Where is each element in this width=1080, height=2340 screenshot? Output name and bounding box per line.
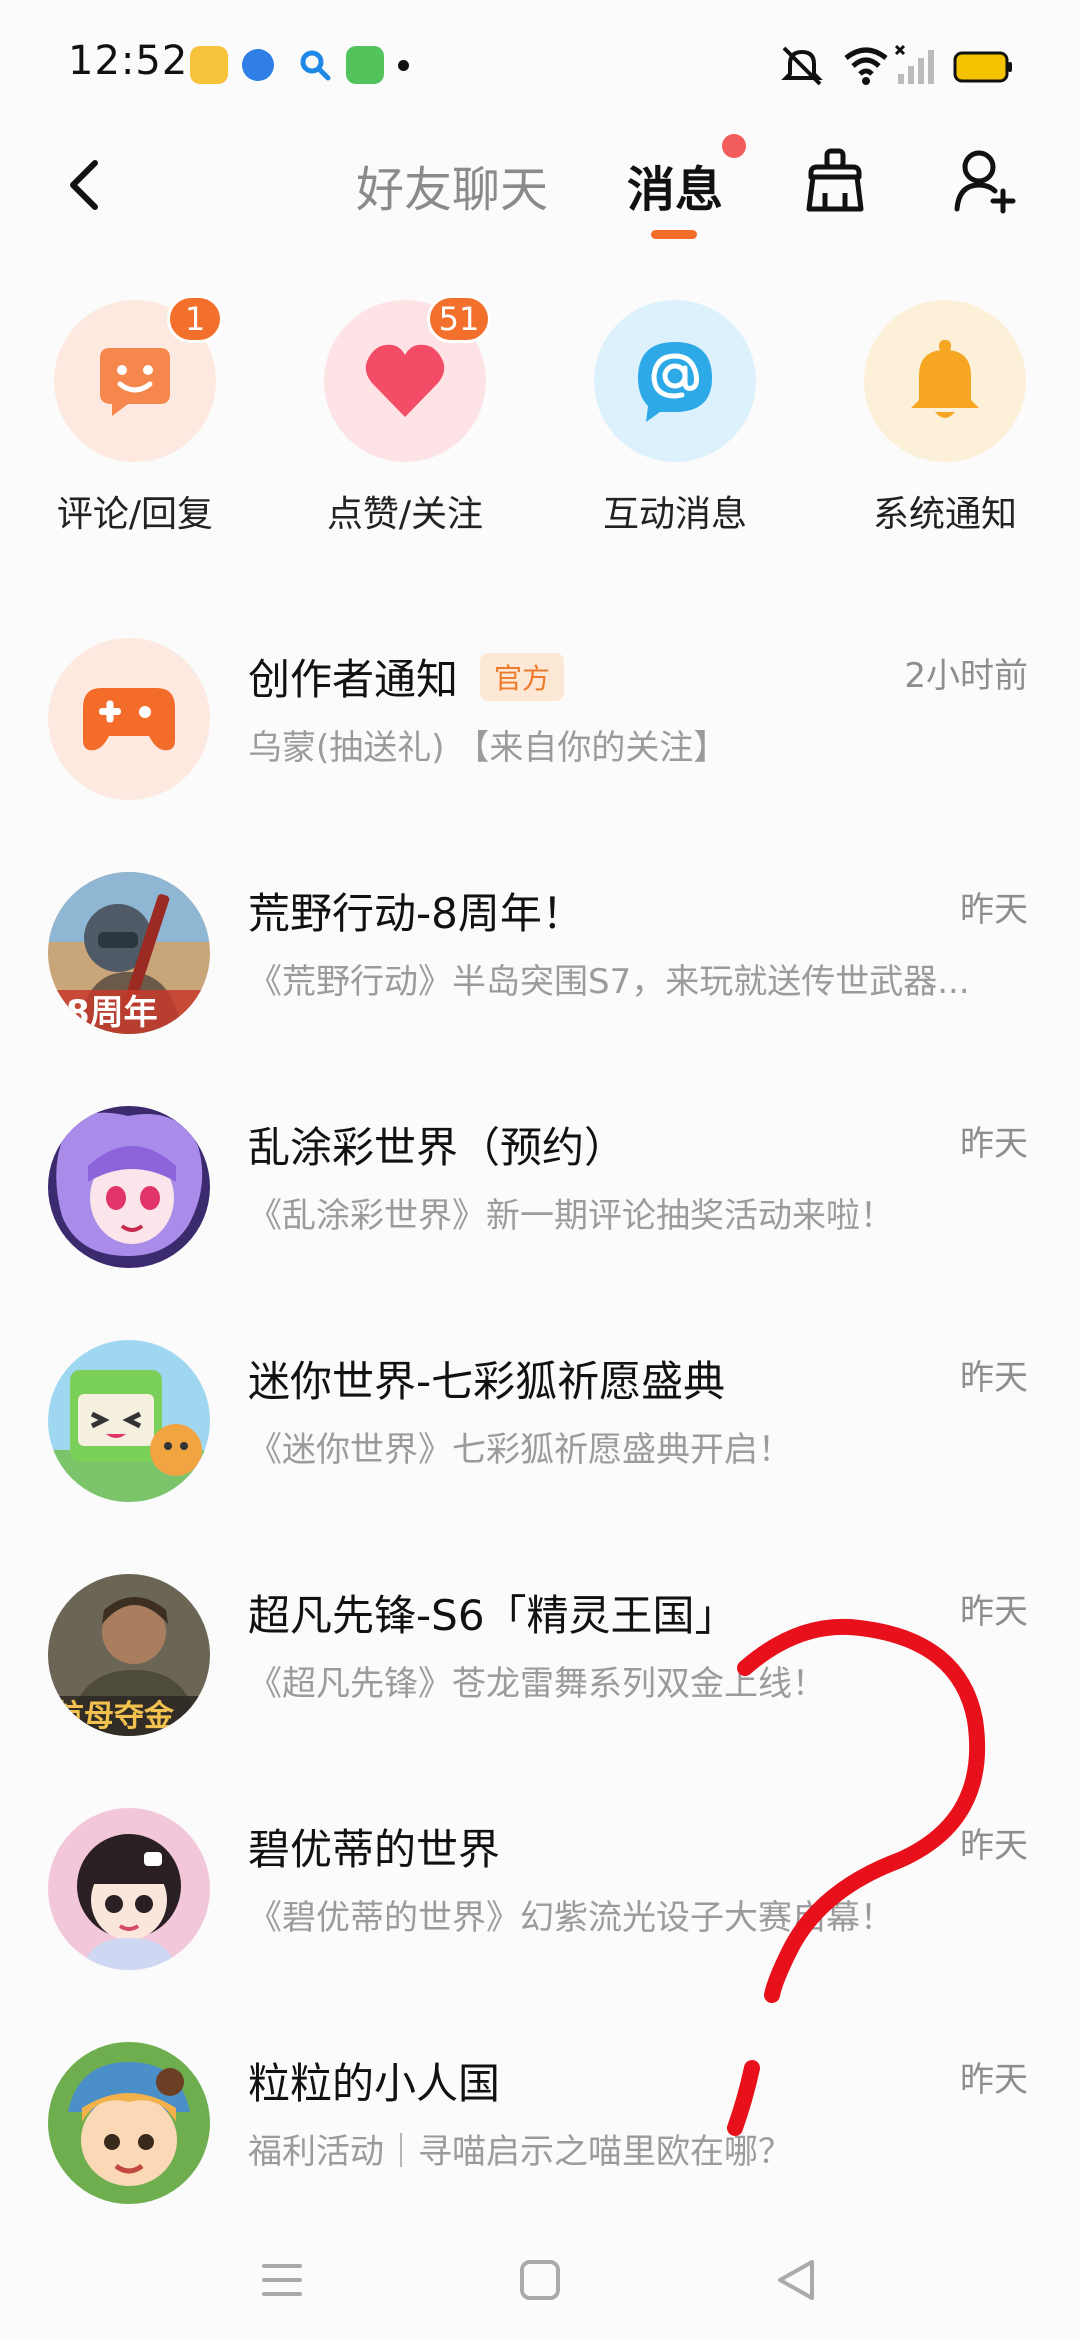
list-item[interactable]: 创作者通知 官方 乌蒙(抽送礼) 【来自你的关注】 2小时前 (0, 620, 1080, 820)
list-item[interactable]: 迷你世界-七彩狐祈愿盛典 《迷你世界》七彩狐祈愿盛典开启！ 昨天 (0, 1322, 1080, 1522)
interaction-icon-bg (594, 300, 756, 462)
message-time: 昨天 (960, 1592, 1028, 1632)
list-item[interactable]: 8周年 荒野行动-8周年！ 《荒野行动》半岛突围S7，来玩就送传世武器... 昨… (0, 854, 1080, 1054)
interaction-messages-entry[interactable]: 互动消息 (565, 295, 785, 545)
official-badge: 官方 (480, 653, 565, 701)
add-friend-button[interactable] (950, 136, 1020, 226)
unread-dot (722, 134, 746, 158)
game-avatar: 8周年 (48, 872, 210, 1034)
message-time: 2小时前 (904, 656, 1028, 696)
menu-icon (262, 2264, 302, 2296)
avatar-text: 8周年 (66, 993, 158, 1033)
message-preview: 福利活动｜寻喵启示之喵里欧在哪？ (248, 2132, 792, 2172)
triangle-back-icon (778, 2260, 814, 2300)
list-item[interactable]: 碧优蒂的世界 《碧优蒂的世界》幻紫流光设子大赛启幕！ 昨天 (0, 1790, 1080, 1990)
header: 好友聊天 消息 (0, 130, 1080, 250)
system-notifications-entry[interactable]: 系统通知 (835, 295, 1055, 545)
list-item[interactable]: 乱涂彩世界（预约） 《乱涂彩世界》新一期评论抽奖活动来啦！ 昨天 (0, 1088, 1080, 1288)
message-title: 荒野行动-8周年！ (248, 889, 584, 938)
avatar-text: 航母夺金 (54, 1699, 175, 1734)
game-avatar (48, 2042, 210, 2204)
message-time: 昨天 (960, 1358, 1028, 1398)
game-avatar (48, 1808, 210, 1970)
message-preview: 《超凡先锋》苍龙雷舞系列双金上线！ (248, 1664, 826, 1704)
comments-replies-entry[interactable]: 1 评论/回复 (25, 295, 245, 545)
tab-messages[interactable]: 消息 (627, 140, 723, 230)
wifi-icon (844, 47, 888, 85)
recents-button[interactable] (242, 2248, 322, 2312)
message-title: 超凡先锋-S6「精灵王国」 (248, 1591, 737, 1640)
entry-label: 系统通知 (872, 494, 1017, 535)
chevron-left-icon (70, 160, 98, 210)
unread-count-badge: 51 (427, 295, 491, 343)
notification-app-icon (190, 46, 228, 84)
tab-friends-chat[interactable]: 好友聊天 (356, 140, 548, 230)
message-preview: 《碧优蒂的世界》幻紫流光设子大赛启幕！ (248, 1898, 894, 1938)
bell-icon (911, 340, 979, 418)
message-title: 碧优蒂的世界 (248, 1825, 501, 1874)
status-icons (781, 44, 1012, 86)
likes-follows-entry[interactable]: 51 点赞/关注 (295, 295, 515, 545)
back-button[interactable] (50, 140, 120, 230)
square-icon (520, 2260, 560, 2300)
message-preview: 《荒野行动》半岛突围S7，来玩就送传世武器... (248, 962, 970, 1002)
message-title: 粒粒的小人国 (248, 2059, 501, 2108)
message-title: 创作者通知 官方 (248, 646, 565, 707)
message-time: 昨天 (960, 2060, 1028, 2100)
status-time: 12:52 (68, 38, 189, 84)
message-time: 昨天 (960, 1124, 1028, 1164)
message-preview: 《迷你世界》七彩狐祈愿盛典开启！ (248, 1430, 792, 1470)
message-time: 昨天 (960, 890, 1028, 930)
at-sign-icon (638, 342, 712, 422)
system-navigation-bar (0, 2220, 1080, 2340)
notification-app-icon (346, 46, 384, 84)
active-tab-indicator (651, 230, 697, 239)
battery-icon (953, 51, 1012, 83)
add-user-icon (954, 150, 1016, 214)
signal-icon (894, 44, 934, 84)
message-title: 迷你世界-七彩狐祈愿盛典 (248, 1357, 726, 1406)
quick-entries: 1 评论/回复 51 点赞/关注 互动消息 系统通知 (0, 295, 1080, 545)
clear-unread-button[interactable] (800, 136, 870, 226)
system-icon-bg (864, 300, 1026, 462)
search-notification-icon (296, 46, 334, 84)
message-title-text: 创作者通知 (248, 655, 459, 704)
home-button[interactable] (500, 2248, 580, 2312)
message-preview: 《乱涂彩世界》新一期评论抽奖活动来啦！ (248, 1196, 894, 1236)
message-preview: 乌蒙(抽送礼) 【来自你的关注】 (248, 728, 728, 768)
smile-chat-icon (100, 348, 170, 416)
entry-label: 点赞/关注 (326, 494, 484, 535)
creator-notice-avatar (48, 638, 210, 800)
mute-icon (781, 46, 823, 86)
heart-icon (365, 344, 445, 417)
message-time: 昨天 (960, 1826, 1028, 1866)
broom-icon (806, 148, 864, 212)
game-avatar (48, 1340, 210, 1502)
list-item[interactable]: 航母夺金 超凡先锋-S6「精灵王国」 《超凡先锋》苍龙雷舞系列双金上线！ 昨天 (0, 1556, 1080, 1756)
back-nav-button[interactable] (756, 2248, 836, 2312)
notification-app-icon (242, 49, 274, 81)
entry-label: 互动消息 (602, 494, 747, 535)
message-title: 乱涂彩世界（预约） (248, 1123, 627, 1172)
unread-count-badge: 1 (167, 295, 223, 343)
entry-label: 评论/回复 (56, 494, 214, 535)
game-avatar (48, 1106, 210, 1268)
game-avatar: 航母夺金 (48, 1574, 210, 1736)
gamepad-icon (83, 688, 175, 751)
status-bar: 12:52 (0, 0, 1080, 130)
more-notifications-icon (398, 60, 409, 71)
list-item[interactable]: 粒粒的小人国 福利活动｜寻喵启示之喵里欧在哪？ 昨天 (0, 2024, 1080, 2224)
